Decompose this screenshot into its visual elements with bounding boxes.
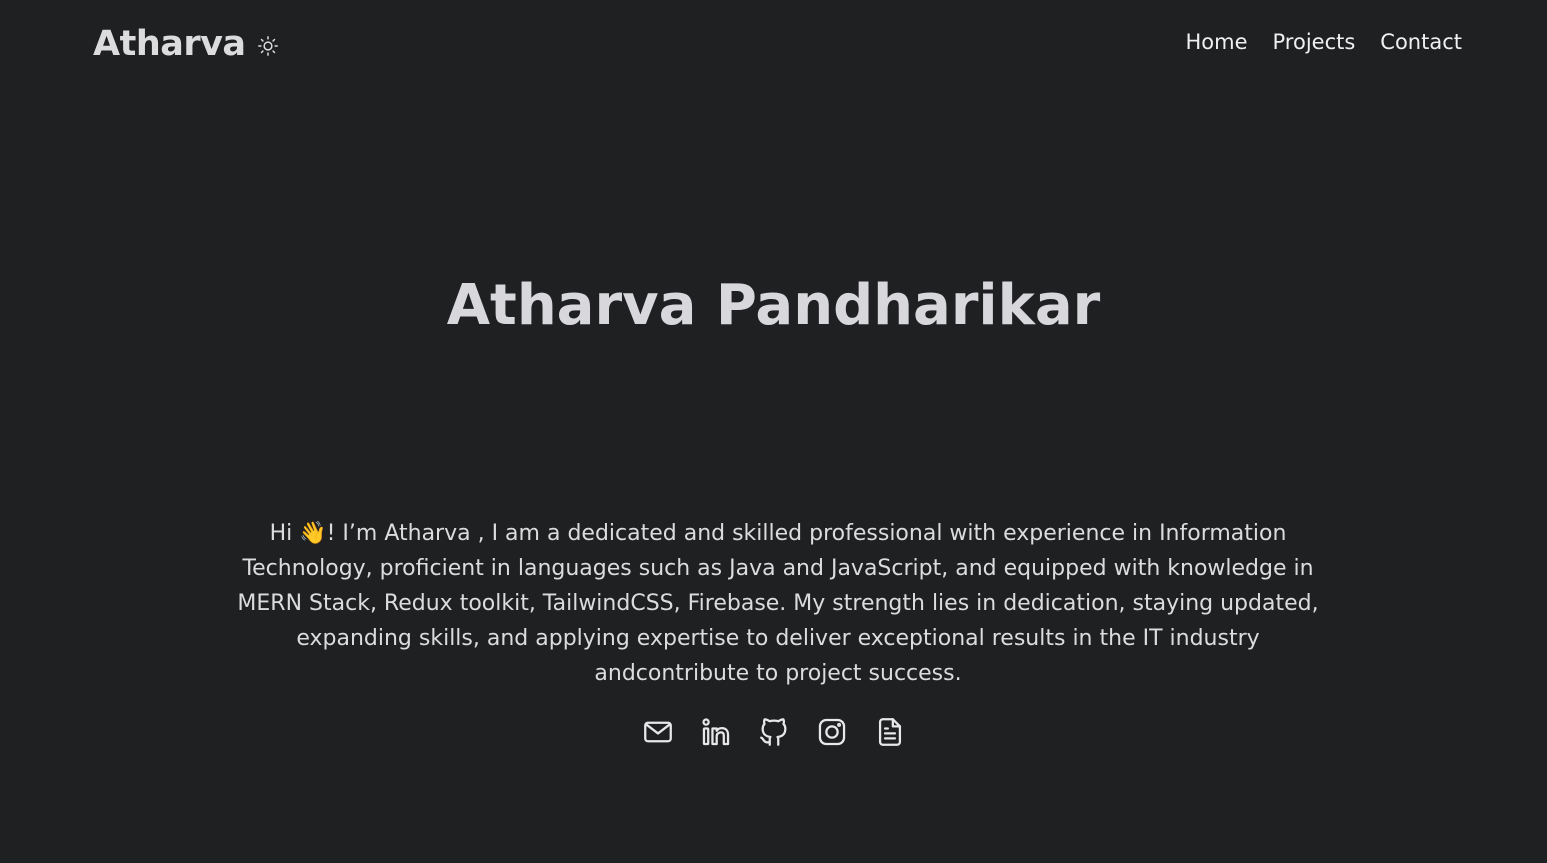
sun-icon[interactable] [256,34,280,58]
social-links [0,713,1547,751]
nav-link-contact[interactable]: Contact [1380,26,1462,58]
page: Atharva Home Projects Contact Atharva Pa… [0,0,1547,863]
resume-icon[interactable] [872,713,908,751]
github-icon[interactable] [756,713,792,751]
site-header: Atharva Home Projects Contact [0,0,1547,86]
nav-link-home[interactable]: Home [1185,26,1247,58]
linkedin-icon[interactable] [698,713,734,751]
mail-icon[interactable] [640,713,676,751]
instagram-icon[interactable] [814,713,850,751]
hero-title: Atharva Pandharikar [446,273,1101,338]
main-nav: Home Projects Contact [1185,26,1462,58]
intro-text: Hi 👋! I’m Atharva , I am a dedicated and… [237,521,1319,686]
brand-name[interactable]: Atharva [93,20,246,68]
nav-link-projects[interactable]: Projects [1273,26,1356,58]
brand: Atharva [93,20,280,68]
